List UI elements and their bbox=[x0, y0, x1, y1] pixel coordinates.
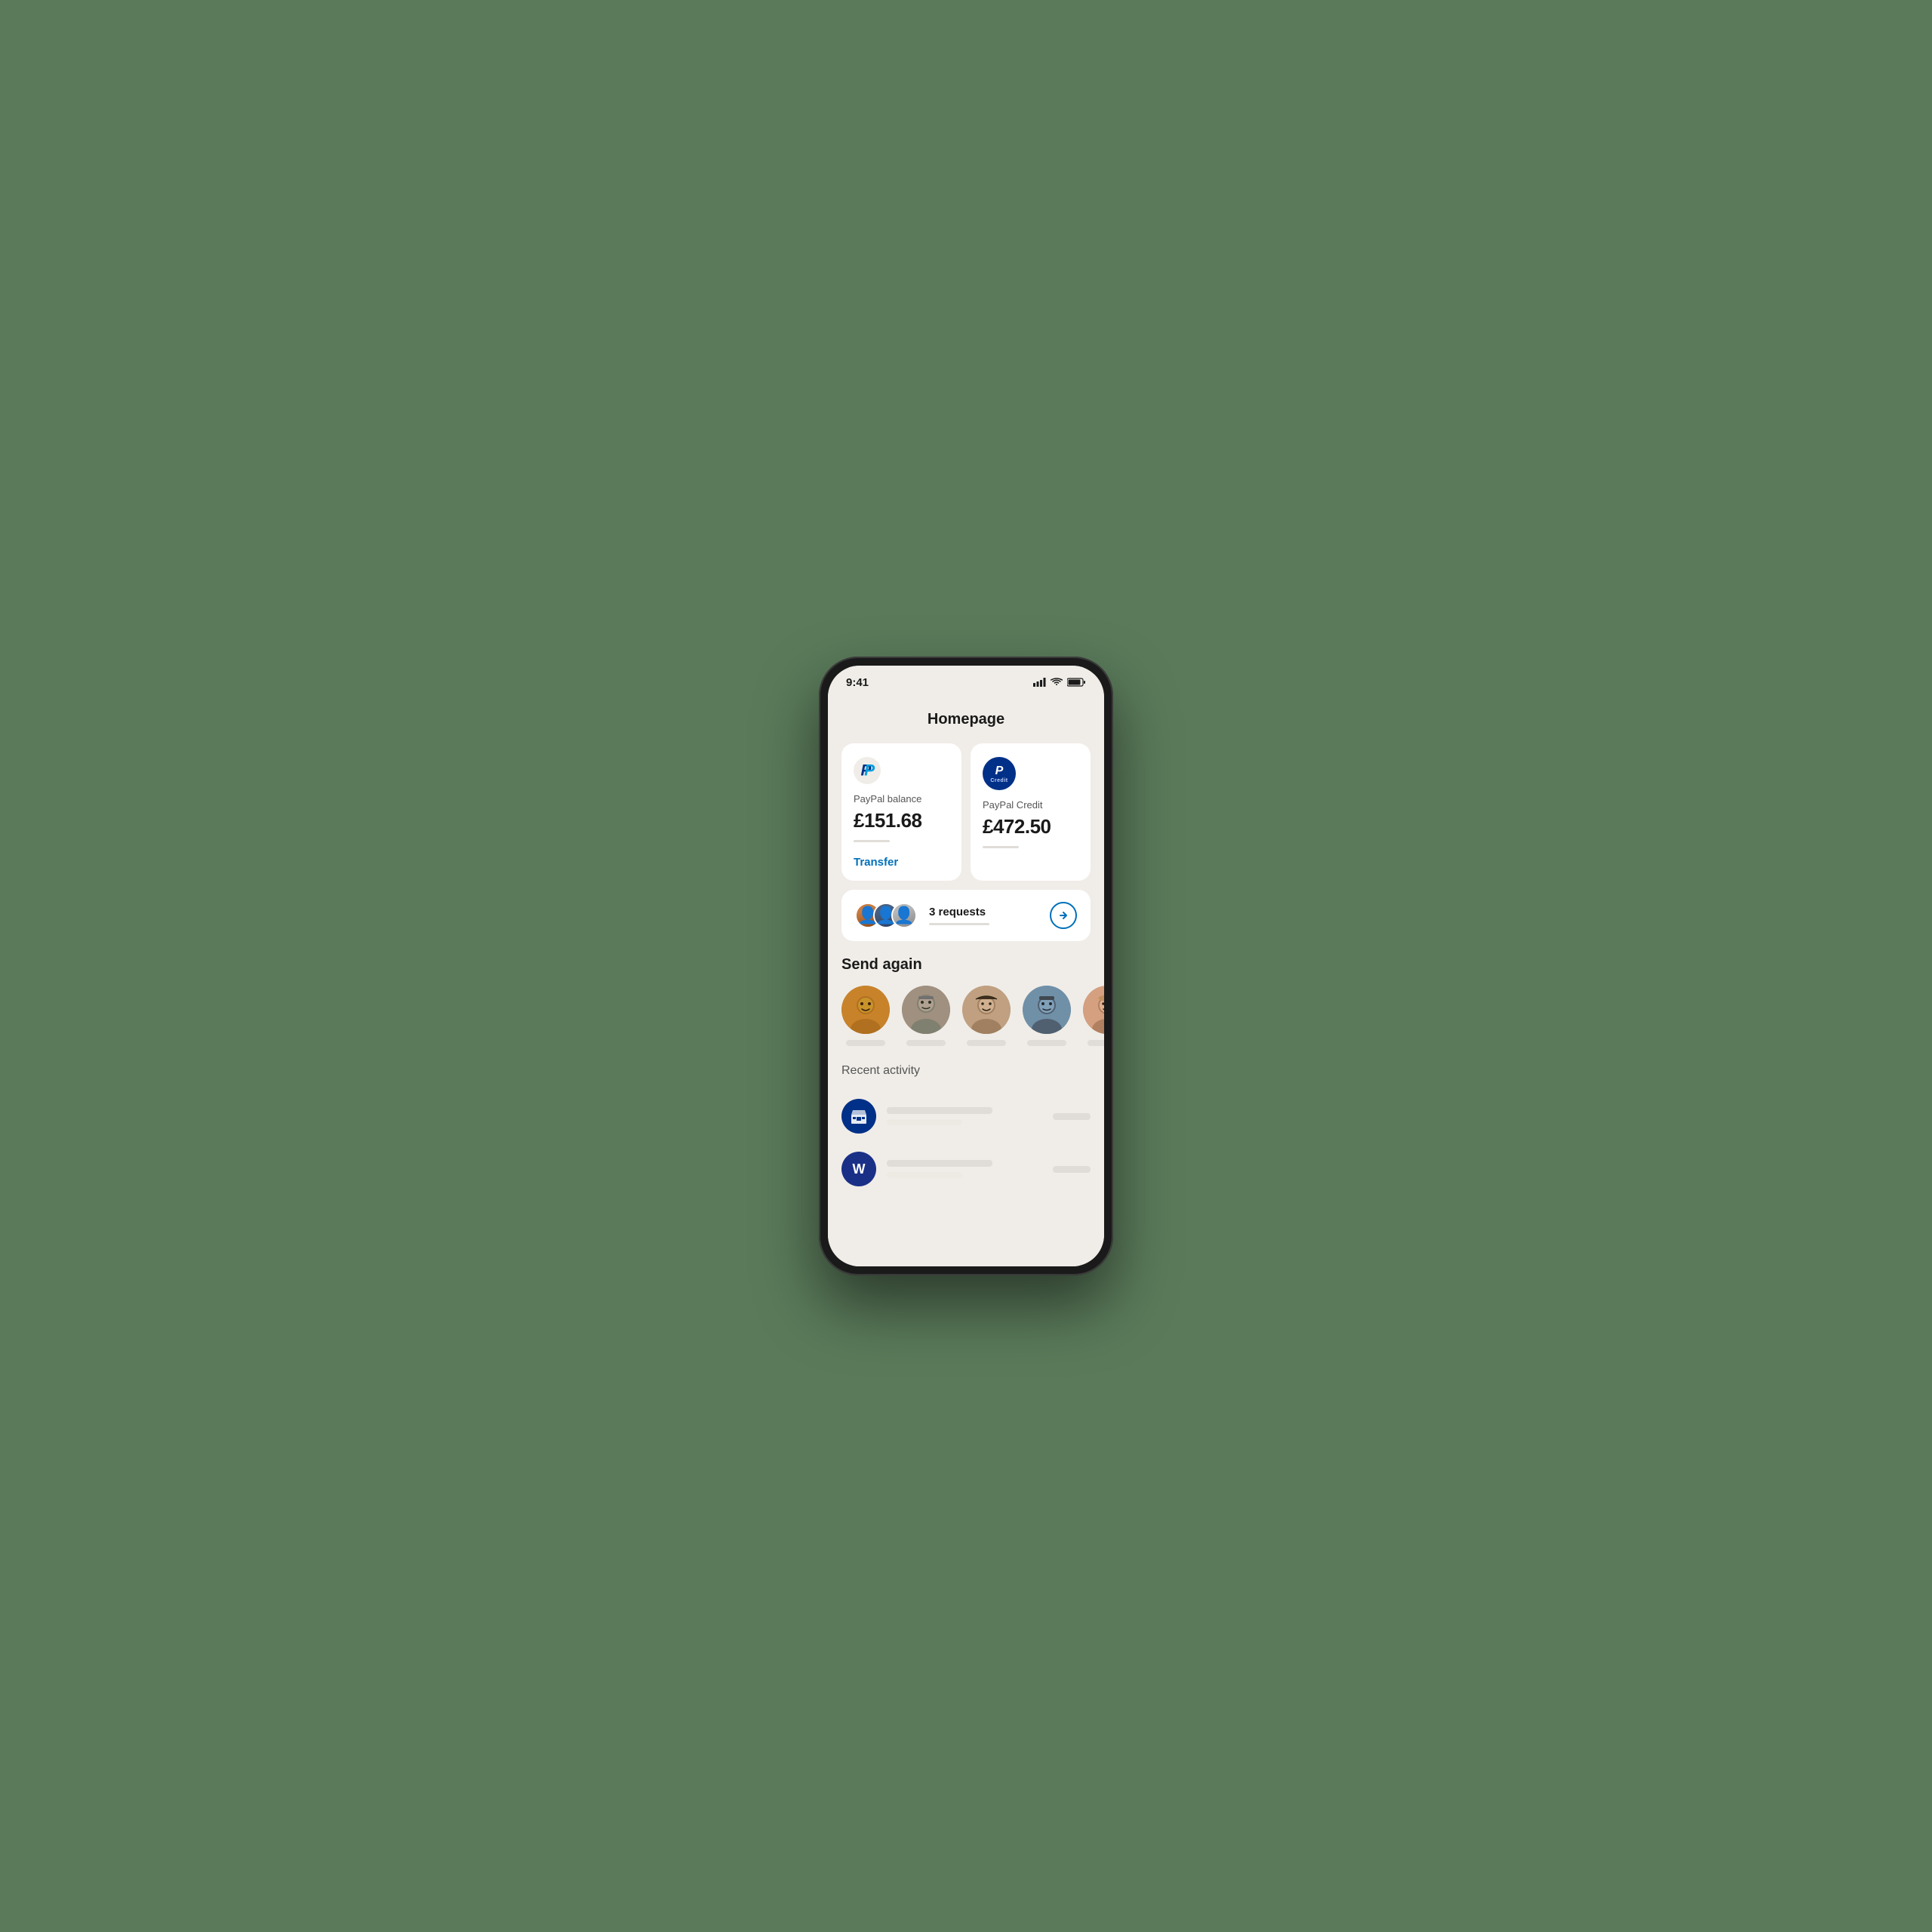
contact-face-1 bbox=[841, 986, 890, 1034]
activity-item-1[interactable] bbox=[828, 1090, 1104, 1143]
phone-screen: 9:41 bbox=[828, 666, 1104, 1266]
credit-amount: £472.50 bbox=[983, 815, 1078, 838]
svg-text:P: P bbox=[864, 762, 875, 780]
paypal-balance-card[interactable]: P P PayPal balance £151.68 Transfer bbox=[841, 743, 961, 881]
contact-face-2 bbox=[902, 986, 950, 1034]
request-avatars: 👤 👤 👤 bbox=[855, 903, 917, 928]
contact-avatar-3 bbox=[962, 986, 1011, 1034]
arrow-right-icon bbox=[1058, 910, 1069, 921]
activity-bar-2b bbox=[887, 1172, 962, 1178]
contact-face-5 bbox=[1083, 986, 1104, 1034]
activity-details-1 bbox=[887, 1107, 1042, 1125]
page-title: Homepage bbox=[828, 699, 1104, 743]
credit-label: PayPal Credit bbox=[983, 799, 1078, 811]
w-avatar-letter: W bbox=[853, 1161, 866, 1177]
requests-card[interactable]: 👤 👤 👤 3 requests bbox=[841, 890, 1091, 941]
activity-details-2 bbox=[887, 1160, 1042, 1178]
activity-icon-1 bbox=[841, 1099, 876, 1134]
paypal-logo-icon: P P bbox=[854, 757, 881, 784]
cards-row: P P PayPal balance £151.68 Transfer P Cr… bbox=[828, 743, 1104, 881]
activity-amount-1 bbox=[1053, 1113, 1091, 1120]
status-bar: 9:41 bbox=[828, 666, 1104, 699]
request-avatar-3: 👤 bbox=[891, 903, 917, 928]
recent-activity-title: Recent activity bbox=[828, 1064, 1104, 1078]
phone-frame: 9:41 bbox=[819, 657, 1113, 1275]
contact-avatar-2 bbox=[902, 986, 950, 1034]
contact-name-bar-4 bbox=[1027, 1040, 1066, 1046]
contact-item-4[interactable] bbox=[1023, 986, 1071, 1046]
activity-bar-1a bbox=[887, 1107, 992, 1114]
requests-count: 3 requests bbox=[929, 906, 1041, 918]
requests-text-block: 3 requests bbox=[929, 906, 1041, 925]
contact-item-1[interactable] bbox=[841, 986, 890, 1046]
contact-item-3[interactable] bbox=[962, 986, 1011, 1046]
activity-bar-2a bbox=[887, 1160, 992, 1167]
paypal-credit-logo: P Credit bbox=[983, 757, 1016, 790]
battery-icon bbox=[1067, 678, 1086, 687]
contact-avatar-5 bbox=[1083, 986, 1104, 1034]
transfer-link[interactable]: Transfer bbox=[854, 856, 949, 869]
activity-icon-2: W bbox=[841, 1152, 876, 1186]
contact-item-5[interactable] bbox=[1083, 986, 1104, 1046]
credit-p-icon: P bbox=[995, 764, 1004, 778]
activity-bar-1b bbox=[887, 1119, 962, 1125]
balance-bar bbox=[854, 840, 890, 842]
content-area[interactable]: Homepage P P PayPal balance £151.68 Tran… bbox=[828, 699, 1104, 1266]
balance-label: PayPal balance bbox=[854, 793, 949, 804]
contact-name-bar-3 bbox=[967, 1040, 1006, 1046]
status-icons bbox=[1033, 678, 1086, 687]
contact-name-bar-2 bbox=[906, 1040, 946, 1046]
send-again-row bbox=[828, 986, 1104, 1046]
status-time: 9:41 bbox=[846, 676, 869, 689]
contact-name-bar-1 bbox=[846, 1040, 885, 1046]
requests-bar bbox=[929, 923, 989, 925]
contact-avatar-4 bbox=[1023, 986, 1071, 1034]
contact-face-4 bbox=[1023, 986, 1071, 1034]
activity-item-2[interactable]: W bbox=[828, 1143, 1104, 1195]
requests-arrow-button[interactable] bbox=[1050, 902, 1077, 929]
balance-amount: £151.68 bbox=[854, 809, 949, 832]
send-again-title: Send again bbox=[828, 956, 1104, 974]
contact-face-3 bbox=[962, 986, 1011, 1034]
activity-amount-2 bbox=[1053, 1166, 1091, 1173]
store-icon bbox=[850, 1107, 868, 1125]
credit-label-icon: Credit bbox=[990, 778, 1008, 783]
contact-item-2[interactable] bbox=[902, 986, 950, 1046]
signal-icon bbox=[1033, 678, 1046, 687]
contact-name-bar-5 bbox=[1088, 1040, 1104, 1046]
contact-avatar-1 bbox=[841, 986, 890, 1034]
credit-bar bbox=[983, 846, 1019, 848]
wifi-icon bbox=[1051, 678, 1063, 687]
paypal-credit-card[interactable]: P Credit PayPal Credit £472.50 bbox=[971, 743, 1091, 881]
